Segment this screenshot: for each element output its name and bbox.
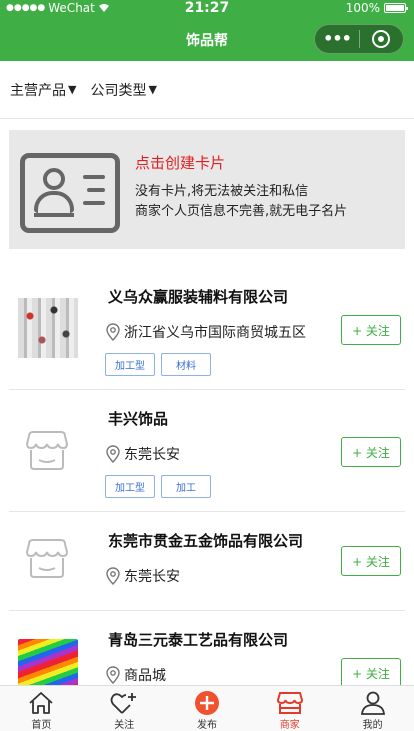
tab-follow[interactable]: 关注 <box>83 686 166 731</box>
company-thumbnail <box>18 298 78 358</box>
list-item[interactable]: 义乌众赢服装辅料有限公司 浙江省义乌市国际商贸城五区 加工型 材料 + 关注 <box>9 268 405 390</box>
tag: 加工型 <box>105 353 155 376</box>
company-name: 义乌众赢服装辅料有限公司 <box>108 288 289 306</box>
battery-percent: 100% <box>345 1 380 15</box>
user-icon <box>360 691 385 715</box>
location-pin-icon <box>106 323 120 341</box>
tag: 材料 <box>161 353 211 376</box>
tab-label: 发布 <box>196 720 217 731</box>
location-pin-icon <box>106 445 120 463</box>
tab-publish[interactable]: 发布 <box>166 686 249 731</box>
tab-label: 首页 <box>31 720 52 731</box>
filter-main-product[interactable]: 主营产品 ▼ <box>10 80 76 100</box>
list-item[interactable]: 丰兴饰品 东莞长安 加工型 加工 + 关注 <box>9 390 405 512</box>
tag: 加工型 <box>105 475 155 498</box>
caret-down-icon: ▼ <box>148 83 157 96</box>
shop-placeholder-icon <box>25 539 69 578</box>
company-location: 浙江省义乌市国际商贸城五区 <box>106 322 316 342</box>
create-card-banner[interactable]: 点击创建卡片 没有卡片,将无法被关注和私信 商家个人页信息不完善,就无电子名片 <box>9 130 405 249</box>
follow-button[interactable]: + 关注 <box>341 315 401 345</box>
heart-plus-icon <box>110 693 137 714</box>
filter-bar: 主营产品 ▼ 公司类型 ▼ <box>0 61 414 119</box>
tab-label: 商家 <box>279 720 300 731</box>
filter-label: 主营产品 <box>10 82 66 99</box>
status-bar: ●●●●● WeChat 21:27 100% <box>0 0 414 18</box>
top-bar: ●●●●● WeChat 21:27 100% 饰品帮 ••• <box>0 0 414 61</box>
company-name: 丰兴饰品 <box>108 410 169 428</box>
mini-program-capsule: ••• <box>314 24 404 54</box>
company-location: 东莞长安 <box>106 444 316 464</box>
follow-button[interactable]: + 关注 <box>341 658 401 688</box>
location-pin-icon <box>106 666 120 684</box>
battery-icon <box>384 3 408 13</box>
id-card-icon <box>20 153 120 233</box>
location-pin-icon <box>106 567 120 585</box>
tab-merchant[interactable]: 商家 <box>248 686 331 731</box>
banner-line-2: 商家个人页信息不完善,就无电子名片 <box>135 204 348 219</box>
tab-mine[interactable]: 我的 <box>331 686 414 731</box>
more-button[interactable]: ••• <box>315 24 359 54</box>
company-tags: 加工型 材料 <box>105 353 211 376</box>
follow-button[interactable]: + 关注 <box>341 437 401 467</box>
list-item[interactable]: 东莞市贯金五金饰品有限公司 东莞长安 + 关注 <box>9 512 405 611</box>
create-card-link[interactable]: 点击创建卡片 <box>135 152 225 173</box>
filter-company-type[interactable]: 公司类型 ▼ <box>90 80 156 100</box>
plus-circle-icon <box>194 691 219 715</box>
target-icon <box>372 30 391 48</box>
filter-label: 公司类型 <box>90 82 147 99</box>
company-list: 义乌众赢服装辅料有限公司 浙江省义乌市国际商贸城五区 加工型 材料 + 关注 丰… <box>0 268 414 701</box>
shop-icon <box>276 692 303 714</box>
company-location: 商品城 <box>106 665 316 685</box>
banner-line-1: 没有卡片,将无法被关注和私信 <box>135 184 309 199</box>
home-icon <box>29 692 53 714</box>
company-location: 东莞长安 <box>106 566 316 586</box>
company-name: 青岛三元泰工艺品有限公司 <box>108 631 289 649</box>
shop-placeholder-icon <box>25 431 69 470</box>
company-name: 东莞市贯金五金饰品有限公司 <box>108 532 304 550</box>
company-tags: 加工型 加工 <box>105 475 211 498</box>
follow-button[interactable]: + 关注 <box>341 546 401 576</box>
tab-home[interactable]: 首页 <box>0 686 83 731</box>
tag: 加工 <box>161 475 211 498</box>
bottom-tab-bar: 首页 关注 发布 商家 我的 <box>0 685 414 731</box>
close-button[interactable] <box>360 30 403 48</box>
tab-label: 我的 <box>362 720 383 731</box>
tab-label: 关注 <box>114 720 135 731</box>
caret-down-icon: ▼ <box>68 83 77 96</box>
